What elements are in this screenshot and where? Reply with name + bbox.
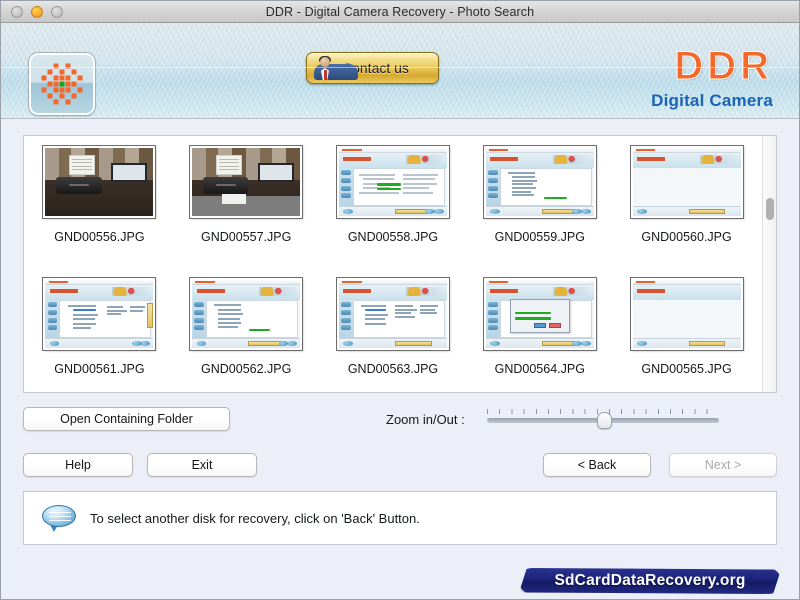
thumbnail-item[interactable]: GND00564.JPG: [476, 278, 604, 376]
thumbnail-item[interactable]: GND00562.JPG: [182, 278, 310, 376]
app-screenshot-preview: [339, 148, 447, 216]
thumbnail-label: GND00563.JPG: [348, 362, 438, 376]
ddr-app-icon: [29, 53, 95, 115]
thumbnail-label: GND00559.JPG: [495, 230, 585, 244]
thumbnail-image[interactable]: [631, 146, 743, 218]
thumbnail-item[interactable]: GND00561.JPG: [35, 278, 163, 376]
thumbnail-scroll-area: GND00556.JPG: [24, 136, 762, 392]
app-screenshot-preview: [486, 148, 594, 216]
thumbnail-row: GND00561.JPG: [26, 278, 760, 393]
exit-button[interactable]: Exit: [147, 453, 257, 477]
icon-grid: [42, 64, 83, 105]
thumbnail-image[interactable]: [190, 146, 302, 218]
header-banner: Contact us DDR Digital Camera: [1, 23, 799, 119]
action-button-row: Help Exit < Back Next >: [23, 453, 777, 477]
speech-bubble-icon: [42, 505, 76, 531]
thumbnail-label: GND00565.JPG: [641, 362, 731, 376]
thumbnail-image[interactable]: [190, 278, 302, 350]
thumbnail-item[interactable]: GND00557.JPG: [182, 146, 310, 244]
thumbnail-label: GND00561.JPG: [54, 362, 144, 376]
vertical-scrollbar[interactable]: [762, 136, 776, 392]
photo-preview: [192, 148, 300, 216]
thumbnail-label: GND00562.JPG: [201, 362, 291, 376]
site-logo-text: SdCardDataRecovery.org: [519, 568, 781, 594]
help-button[interactable]: Help: [23, 453, 133, 477]
app-screenshot-preview: [45, 280, 153, 348]
thumbnail-image[interactable]: [631, 278, 743, 350]
thumbnail-image[interactable]: [337, 146, 449, 218]
thumbnail-label: GND00564.JPG: [495, 362, 585, 376]
scrollbar-thumb[interactable]: [766, 198, 774, 220]
status-message: To select another disk for recovery, cli…: [90, 511, 420, 526]
thumbnail-item[interactable]: GND00563.JPG: [329, 278, 457, 376]
thumbnail-label: GND00560.JPG: [641, 230, 731, 244]
thumbnail-item[interactable]: GND00558.JPG: [329, 146, 457, 244]
site-logo[interactable]: SdCardDataRecovery.org: [519, 568, 781, 594]
thumbnail-item[interactable]: GND00559.JPG: [476, 146, 604, 244]
contact-us-button[interactable]: Contact us: [306, 52, 439, 84]
thumbnail-item[interactable]: GND00556.JPG: [35, 146, 163, 244]
thumbnail-item[interactable]: GND00565.JPG: [623, 278, 751, 376]
app-screenshot-preview: [633, 148, 741, 216]
person-icon: [312, 55, 338, 81]
main-content: GND00556.JPG: [1, 119, 799, 599]
app-screenshot-preview: [633, 280, 741, 348]
brand-title: DDR: [651, 45, 773, 87]
photo-preview: [45, 148, 153, 216]
zoom-slider[interactable]: [487, 408, 719, 430]
thumbnail-image[interactable]: [43, 146, 155, 218]
thumbnail-label: GND00558.JPG: [348, 230, 438, 244]
thumbnail-item[interactable]: GND00560.JPG: [623, 146, 751, 244]
status-bar: To select another disk for recovery, cli…: [23, 491, 777, 545]
app-screenshot-preview: [192, 280, 300, 348]
app-screenshot-preview: [486, 280, 594, 348]
back-button[interactable]: < Back: [543, 453, 651, 477]
open-containing-folder-button[interactable]: Open Containing Folder: [23, 407, 230, 431]
next-button: Next >: [669, 453, 777, 477]
thumbnail-image[interactable]: [484, 278, 596, 350]
brand-subtitle: Digital Camera: [651, 91, 773, 111]
zoom-label: Zoom in/Out :: [386, 412, 465, 427]
window-title: DDR - Digital Camera Recovery - Photo Se…: [1, 5, 799, 19]
thumbnail-image[interactable]: [484, 146, 596, 218]
thumbnail-panel: GND00556.JPG: [23, 135, 777, 393]
title-bar: DDR - Digital Camera Recovery - Photo Se…: [1, 1, 799, 23]
thumbnail-image[interactable]: [337, 278, 449, 350]
app-window: DDR - Digital Camera Recovery - Photo Se…: [0, 0, 800, 600]
thumbnail-label: GND00557.JPG: [201, 230, 291, 244]
thumbnail-row: GND00556.JPG: [26, 146, 760, 270]
brand-logo: DDR Digital Camera: [651, 45, 773, 111]
thumbnail-image[interactable]: [43, 278, 155, 350]
app-screenshot-preview: [339, 280, 447, 348]
thumbnail-label: GND00556.JPG: [54, 230, 144, 244]
slider-knob[interactable]: [597, 412, 612, 429]
zoom-control-row: Open Containing Folder Zoom in/Out :: [23, 407, 777, 431]
